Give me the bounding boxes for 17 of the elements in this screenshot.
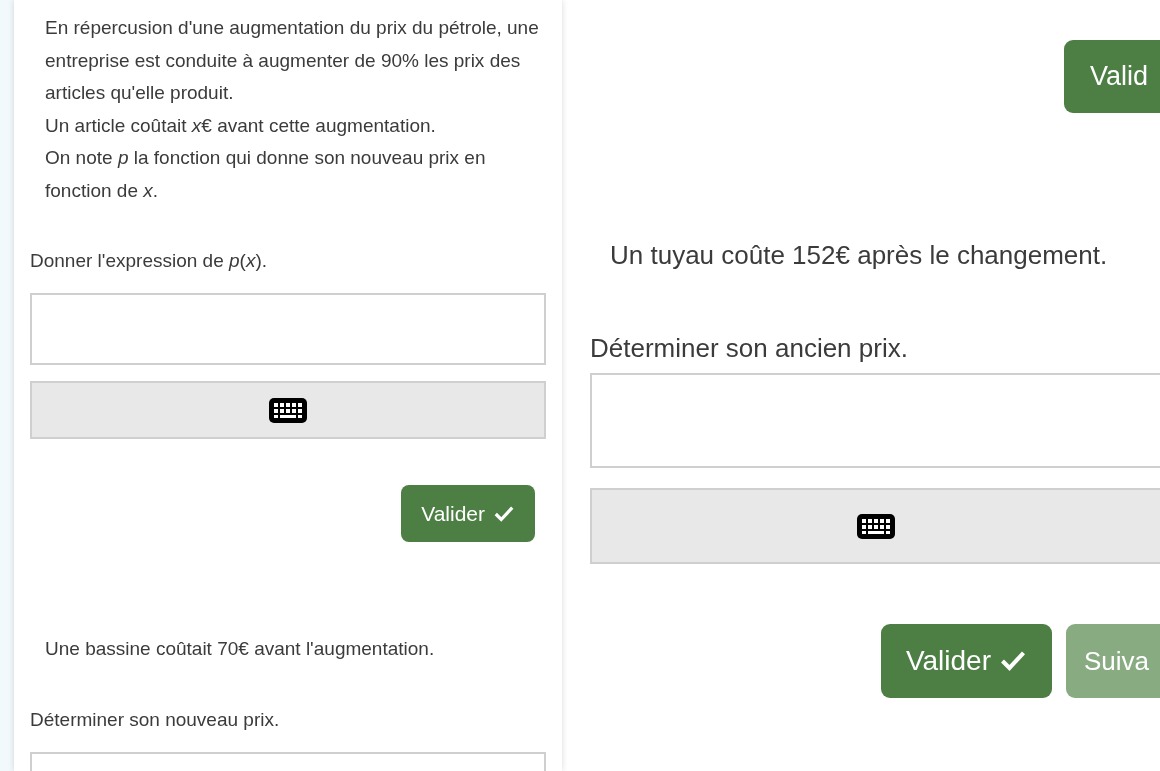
statement-text: Un article coûtait x€ avant cette augmentation.: [45, 113, 437, 138]
answer-field[interactable]: [30, 293, 546, 365]
context-text: Une bassine coûtait 70€ avant l'augmentation.: [44, 637, 436, 661]
answer-field[interactable]: [590, 373, 1160, 468]
question-prompt: Donner l'expression de p(x).: [30, 249, 269, 273]
question-prompt: Déterminer son nouveau prix.: [30, 708, 281, 732]
validate-button[interactable]: Valider: [880, 624, 1052, 698]
statement-text: En répercusion d'une augmentation du prix du pétrole, une entreprise est conduite à augmenter de 90% les prix des articles qu'elle produit.: [45, 16, 540, 105]
question-prompt: Déterminer son ancien prix.: [590, 332, 909, 365]
context-text: Un tuyau coûte 152€ après le changement.: [610, 239, 1109, 272]
keyboard-icon: [269, 397, 307, 423]
validate-button[interactable]: Valid: [1064, 40, 1160, 113]
statement-text: On note p la fonction qui donne son nouveau prix en fonction de x.: [45, 146, 487, 203]
validate-button[interactable]: Valider: [401, 485, 535, 542]
keyboard-icon: [857, 513, 895, 539]
keyboard-toggle[interactable]: [590, 488, 1160, 564]
keyboard-toggle[interactable]: [30, 381, 546, 439]
